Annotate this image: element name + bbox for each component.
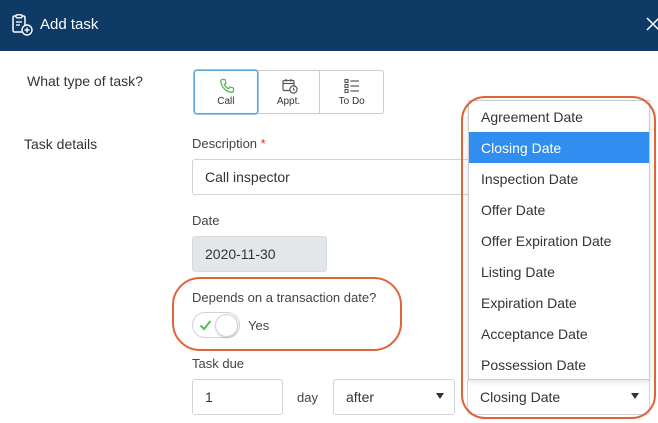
required-marker: * (260, 136, 266, 151)
dropdown-highlight-outline (461, 96, 656, 419)
task-details-label: Task details (24, 136, 98, 152)
depends-label: Depends on a transaction date? (192, 290, 377, 305)
task-type-appt-label: Appt. (276, 96, 301, 107)
due-unit-label: day (297, 390, 318, 405)
dialog-title: Add task (40, 16, 99, 33)
add-task-icon (12, 14, 33, 36)
calendar-clock-icon (282, 79, 298, 94)
checklist-icon (344, 78, 360, 94)
description-input[interactable]: Call inspector (192, 159, 482, 195)
due-relation-value: after (346, 389, 375, 405)
date-label: Date (192, 213, 220, 228)
description-label: Description * (192, 136, 266, 151)
phone-icon (220, 78, 235, 93)
check-icon (199, 320, 212, 331)
due-relation-select[interactable]: after (333, 379, 455, 415)
close-icon[interactable] (646, 16, 658, 32)
task-type-call-label: Call (217, 96, 235, 107)
depends-toggle[interactable] (192, 312, 240, 338)
task-due-label: Task due (192, 356, 245, 371)
dialog-header: Add task (0, 0, 658, 51)
task-type-label: What type of task? (27, 73, 143, 89)
task-type-selector: Call Appt. To Do (194, 70, 384, 114)
task-type-todo[interactable]: To Do (320, 71, 383, 113)
toggle-state-label: Yes (248, 318, 270, 333)
task-type-call[interactable]: Call (194, 70, 258, 114)
due-amount-input[interactable]: 1 (192, 379, 283, 415)
task-type-todo-label: To Do (338, 96, 365, 107)
task-type-appt[interactable]: Appt. (258, 71, 321, 113)
description-label-text: Description (192, 136, 258, 151)
toggle-knob (215, 314, 238, 337)
date-input[interactable]: 2020-11-30 (192, 236, 327, 272)
chevron-down-icon (436, 393, 444, 399)
